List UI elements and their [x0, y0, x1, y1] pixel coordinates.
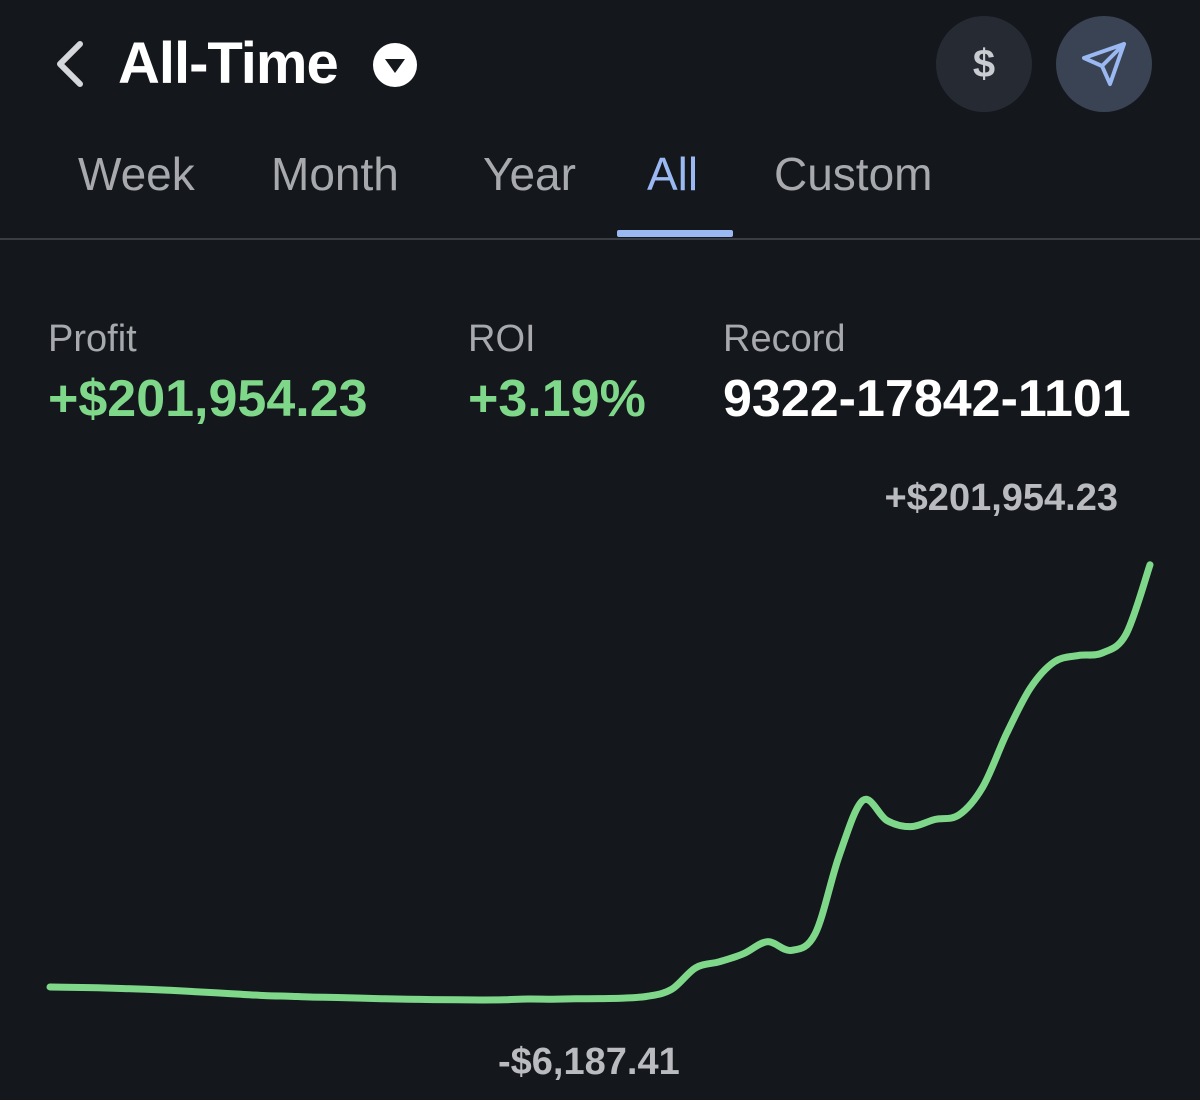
- share-button[interactable]: [1056, 16, 1152, 112]
- caret-down-circle-icon: [373, 43, 417, 87]
- tab-all[interactable]: All: [647, 146, 698, 202]
- period-dropdown-button[interactable]: [372, 42, 418, 88]
- profit-value: +$201,954.23: [48, 370, 368, 428]
- chevron-left-icon: [57, 41, 83, 87]
- profit-series-line: [46, 561, 1154, 1004]
- record-label: Record: [723, 318, 846, 360]
- currency-button[interactable]: $: [936, 16, 1032, 112]
- roi-value: +3.19%: [468, 370, 646, 428]
- currency-button-label: $: [972, 41, 996, 86]
- page-title: All-Time: [118, 31, 339, 96]
- back-button[interactable]: [50, 36, 94, 92]
- record-value: 9322-17842-1101: [723, 370, 1131, 428]
- profit-chart-svg: [46, 561, 1154, 1004]
- roi-label: ROI: [468, 318, 536, 360]
- chart-max-label: +$201,954.23: [884, 477, 1118, 519]
- chart-min-label: -$6,187.41: [498, 1041, 680, 1083]
- tab-year[interactable]: Year: [483, 146, 576, 202]
- profit-chart[interactable]: +$201,954.23 -$6,187.41: [0, 460, 1200, 1100]
- tab-month[interactable]: Month: [271, 146, 399, 202]
- header: All-Time $: [0, 0, 1200, 130]
- profit-label: Profit: [48, 318, 137, 360]
- period-tabs: Week Month Year All Custom: [0, 130, 1200, 240]
- tab-custom[interactable]: Custom: [774, 146, 932, 202]
- active-tab-indicator: [617, 230, 733, 237]
- send-arrow-icon: [1082, 42, 1126, 86]
- tab-week[interactable]: Week: [78, 146, 195, 202]
